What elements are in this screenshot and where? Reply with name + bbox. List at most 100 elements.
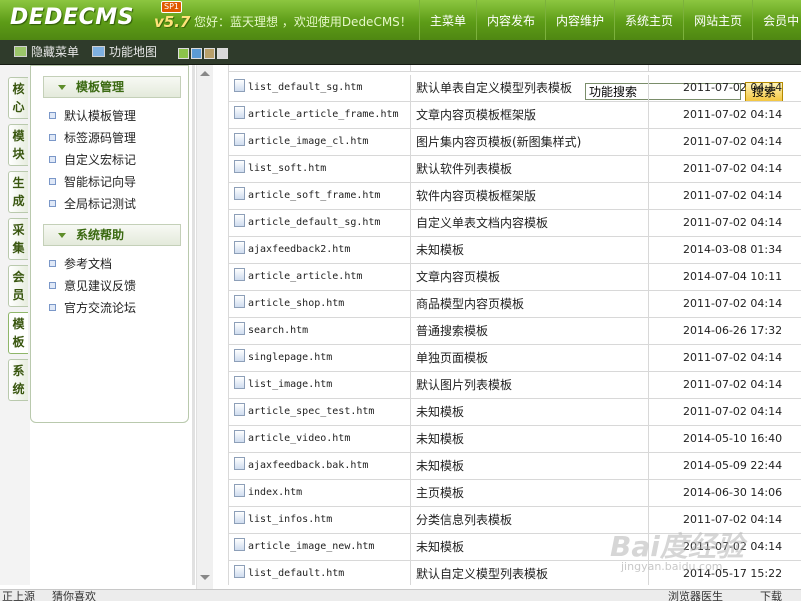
nav-item-5[interactable]: 会员中 — [752, 0, 801, 40]
file-name[interactable]: article_default_sg.htm — [248, 217, 380, 228]
file-name-cell[interactable]: article_soft_frame.htm — [234, 183, 380, 209]
table-row[interactable]: ajaxfeedback2.htm 未知模板 2014-03-08 01:34 — [229, 237, 801, 264]
left-tab-6[interactable]: 系统 — [8, 359, 28, 401]
splitter-bar[interactable] — [192, 65, 195, 585]
function-map-button[interactable]: 功能地图 — [92, 43, 157, 61]
file-name[interactable]: list_infos.htm — [248, 514, 332, 525]
scroll-down-icon[interactable] — [200, 575, 210, 580]
file-name[interactable]: list_default_sg.htm — [248, 82, 362, 93]
file-name[interactable]: article_shop.htm — [248, 298, 344, 309]
nav-item-3[interactable]: 系统主页 — [614, 0, 683, 40]
file-name[interactable]: list_default.htm — [248, 568, 344, 579]
left-tab-0[interactable]: 核心 — [8, 77, 28, 119]
table-row[interactable]: article_article_frame.htm 文章内容页模板框架版 2011-… — [229, 102, 801, 129]
file-modified-date: 2011-07-02 04:14 — [648, 75, 801, 101]
file-name-cell[interactable]: article_spec_test.htm — [234, 399, 374, 425]
file-name-cell[interactable]: article_video.htm — [234, 426, 350, 452]
left-tab-2[interactable]: 生成 — [8, 171, 28, 213]
file-name-cell[interactable]: ajaxfeedback.bak.htm — [234, 453, 368, 479]
table-row[interactable]: ajaxfeedback.bak.htm 未知模板 2014-05-09 22:44 — [229, 453, 801, 480]
nav-item-4[interactable]: 网站主页 — [683, 0, 752, 40]
left-tab-5[interactable]: 模板 — [8, 312, 28, 354]
file-name-cell[interactable]: list_soft.htm — [234, 156, 326, 182]
table-row[interactable]: article_soft_frame.htm 软件内容页模板框架版 2011-07-… — [229, 183, 801, 210]
file-modified-date: 2011-07-02 04:14 — [648, 372, 801, 398]
file-name[interactable]: ajaxfeedback.bak.htm — [248, 460, 368, 471]
status-right-doctor[interactable]: 浏览器医生 — [668, 590, 723, 601]
sidebar-item-0-3[interactable]: 智能标记向导 — [49, 172, 136, 192]
file-name-cell[interactable]: article_image_new.htm — [234, 534, 374, 560]
status-right-download[interactable]: 下载 — [760, 590, 782, 601]
file-name[interactable]: list_soft.htm — [248, 163, 326, 174]
table-row[interactable]: list_soft.htm 默认软件列表模板 2011-07-02 04:14 — [229, 156, 801, 183]
file-name[interactable]: article_article.htm — [248, 271, 362, 282]
table-row[interactable]: article_default_sg.htm 自定义单表文档内容模板 2011-07… — [229, 210, 801, 237]
file-name-cell[interactable]: article_image_cl.htm — [234, 129, 368, 155]
file-name-cell[interactable]: singlepage.htm — [234, 345, 332, 371]
file-modified-date: 2014-05-09 22:44 — [648, 453, 801, 479]
file-description: 商品模型内容页模板 — [410, 291, 648, 317]
file-name[interactable]: article_image_cl.htm — [248, 136, 368, 147]
file-name[interactable]: list_image.htm — [248, 379, 332, 390]
sidebar-item-0-0[interactable]: 默认模板管理 — [49, 106, 136, 126]
menu-scrollbar[interactable] — [196, 65, 213, 589]
file-name-cell[interactable]: article_article.htm — [234, 264, 362, 290]
file-name-cell[interactable]: list_default.htm — [234, 561, 344, 585]
file-name[interactable]: article_article_frame.htm — [248, 109, 399, 120]
table-row[interactable]: index.htm 主页模板 2014-06-30 14:06 — [229, 480, 801, 507]
sidebar-item-1-0[interactable]: 参考文档 — [49, 254, 112, 274]
file-name-cell[interactable]: list_default_sg.htm — [234, 75, 362, 101]
nav-item-0[interactable]: 主菜单 — [419, 0, 476, 40]
file-name-cell[interactable]: search.htm — [234, 318, 308, 344]
hide-menu-button[interactable]: 隐藏菜单 — [14, 43, 79, 61]
sidebar-item-0-4[interactable]: 全局标记测试 — [49, 194, 136, 214]
sidebar-section-0[interactable]: 模板管理 — [43, 76, 181, 98]
left-tab-3[interactable]: 采集 — [8, 218, 28, 260]
sidebar-item-0-2[interactable]: 自定义宏标记 — [49, 150, 136, 170]
file-name[interactable]: article_image_new.htm — [248, 541, 374, 552]
sidebar-item-1-1[interactable]: 意见建议反馈 — [49, 276, 136, 296]
file-name[interactable]: article_soft_frame.htm — [248, 190, 380, 201]
skin-swatch-1[interactable] — [191, 48, 202, 59]
skin-swatch-2[interactable] — [204, 48, 215, 59]
file-name-cell[interactable]: list_image.htm — [234, 372, 332, 398]
table-row[interactable]: list_image.htm 默认图片列表模板 2011-07-02 04:14 — [229, 372, 801, 399]
table-row-partial — [229, 65, 801, 72]
sidebar-section-1[interactable]: 系统帮助 — [43, 224, 181, 246]
skin-swatch-3[interactable] — [217, 48, 228, 59]
file-name-cell[interactable]: ajaxfeedback2.htm — [234, 237, 350, 263]
left-tab-1[interactable]: 模块 — [8, 124, 28, 166]
nav-item-2[interactable]: 内容维护 — [545, 0, 614, 40]
file-name[interactable]: article_spec_test.htm — [248, 406, 374, 417]
table-row[interactable]: article_spec_test.htm 未知模板 2011-07-02 04:1… — [229, 399, 801, 426]
file-name[interactable]: article_video.htm — [248, 433, 350, 444]
file-modified-date: 2011-07-02 04:14 — [648, 399, 801, 425]
nav-item-1[interactable]: 内容发布 — [476, 0, 545, 40]
file-name[interactable]: search.htm — [248, 325, 308, 336]
file-name-cell[interactable]: article_default_sg.htm — [234, 210, 380, 236]
file-icon — [234, 349, 245, 362]
table-row[interactable]: search.htm 普通搜索模板 2014-06-26 17:32 — [229, 318, 801, 345]
dedecms-logo[interactable]: DEDECMS — [10, 5, 134, 30]
file-name[interactable]: ajaxfeedback2.htm — [248, 244, 350, 255]
file-name-cell[interactable]: list_infos.htm — [234, 507, 332, 533]
file-name[interactable]: singlepage.htm — [248, 352, 332, 363]
table-row[interactable]: article_article.htm 文章内容页模板 2014-07-04 10:… — [229, 264, 801, 291]
left-tab-4[interactable]: 会员 — [8, 265, 28, 307]
file-description: 未知模板 — [410, 399, 648, 425]
scroll-up-icon[interactable] — [200, 71, 210, 76]
file-name-cell[interactable]: index.htm — [234, 480, 302, 506]
table-row[interactable]: article_video.htm 未知模板 2014-05-10 16:40 — [229, 426, 801, 453]
table-row[interactable]: article_image_cl.htm 图片集内容页模板(新图集样式) 2011-… — [229, 129, 801, 156]
table-row[interactable]: singlepage.htm 单独页面模板 2011-07-02 04:14 — [229, 345, 801, 372]
skin-swatch-0[interactable] — [178, 48, 189, 59]
table-row[interactable]: article_shop.htm 商品模型内容页模板 2011-07-02 04:1… — [229, 291, 801, 318]
status-center[interactable]: 猜你喜欢 — [52, 590, 96, 601]
file-name[interactable]: index.htm — [248, 487, 302, 498]
sidebar-item-0-1[interactable]: 标签源码管理 — [49, 128, 136, 148]
file-name-cell[interactable]: article_shop.htm — [234, 291, 344, 317]
table-row[interactable]: list_default_sg.htm 默认单表自定义模型列表模板 2011-07-… — [229, 75, 801, 102]
file-name-cell[interactable]: article_article_frame.htm — [234, 102, 399, 128]
bullet-icon — [49, 134, 56, 141]
sidebar-item-1-2[interactable]: 官方交流论坛 — [49, 298, 136, 318]
